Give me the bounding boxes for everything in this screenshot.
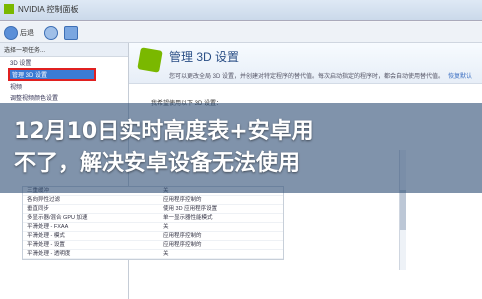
page-banner: 管理 3D 设置 您可以更改全局 3D 设置，并创建对特定程序的替代值。每次启动…: [129, 43, 482, 84]
setting-value[interactable]: 应用程序控制的: [157, 241, 283, 249]
tree-item-adjust-video-color[interactable]: 调整视频颜色设置: [0, 92, 128, 103]
back-arrow-icon[interactable]: [4, 26, 18, 40]
title-bar: NVIDIA 控制面板: [0, 0, 482, 21]
setting-name: 多显示器/混合 GPU 加速: [27, 215, 88, 221]
headline-line-2: 不了，解决安卓设备无法使用: [14, 151, 301, 176]
restore-defaults-link[interactable]: 恢复默认: [448, 71, 472, 80]
headline-line-1: 12月10日实时高度表+安卓用: [14, 119, 314, 144]
table-row[interactable]: 平滑处理 - 透明度 关: [23, 250, 283, 259]
scrollbar-thumb[interactable]: [400, 190, 406, 230]
setting-value[interactable]: 单一显示器性能模式: [157, 214, 283, 222]
back-button-label[interactable]: 后退: [20, 28, 34, 38]
setting-name: 各向异性过滤: [27, 197, 61, 203]
window-title: NVIDIA 控制面板: [18, 5, 79, 14]
table-row[interactable]: 平滑处理 - 设置 应用程序控制的: [23, 241, 283, 250]
setting-value[interactable]: 使用 3D 应用程序设置: [157, 205, 283, 213]
toolbar: 后退: [0, 22, 482, 43]
3d-settings-icon: [137, 47, 163, 73]
page-description: 您可以更改全局 3D 设置，并创建对特定程序的替代值。每次启动指定的程序时，都会…: [169, 74, 445, 80]
nvidia-logo-icon: [4, 4, 14, 14]
table-row[interactable]: 平滑处理 - FXAA 关: [23, 223, 283, 232]
table-row[interactable]: 垂直同步 使用 3D 应用程序设置: [23, 205, 283, 214]
settings-table: 三重缓冲关 各向异性过滤应用程序控制的 垂直同步使用 3D 应用程序设置 多显示…: [22, 186, 284, 260]
table-row[interactable]: 多显示器/混合 GPU 加速 单一显示器性能模式: [23, 214, 283, 223]
setting-value[interactable]: 应用程序控制的: [157, 196, 283, 204]
headline-overlay: 12月10日实时高度表+安卓用 不了，解决安卓设备无法使用: [14, 116, 474, 180]
setting-name: 平滑处理 - 模式: [27, 233, 65, 239]
task-tree-header: 选择一项任务...: [0, 43, 128, 57]
setting-name: 平滑处理 - FXAA: [27, 224, 69, 230]
setting-value[interactable]: 关: [157, 250, 283, 258]
forward-arrow-icon[interactable]: [44, 26, 58, 40]
tree-item-video[interactable]: 视频: [0, 81, 128, 92]
setting-name: 平滑处理 - 透明度: [27, 251, 71, 257]
setting-name: 平滑处理 - 设置: [27, 242, 65, 248]
setting-value[interactable]: 关: [157, 223, 283, 231]
setting-value[interactable]: 应用程序控制的: [157, 232, 283, 240]
table-row[interactable]: 各向异性过滤 应用程序控制的: [23, 196, 283, 205]
setting-name: 垂直同步: [27, 206, 50, 212]
tree-item-3d-settings[interactable]: 3D 设置: [0, 57, 128, 68]
table-row[interactable]: 平滑处理 - 模式 应用程序控制的: [23, 232, 283, 241]
page-title: 管理 3D 设置: [169, 50, 240, 64]
tree-item-manage-3d-settings[interactable]: 管理 3D 设置: [8, 68, 96, 81]
home-icon[interactable]: [64, 26, 78, 40]
